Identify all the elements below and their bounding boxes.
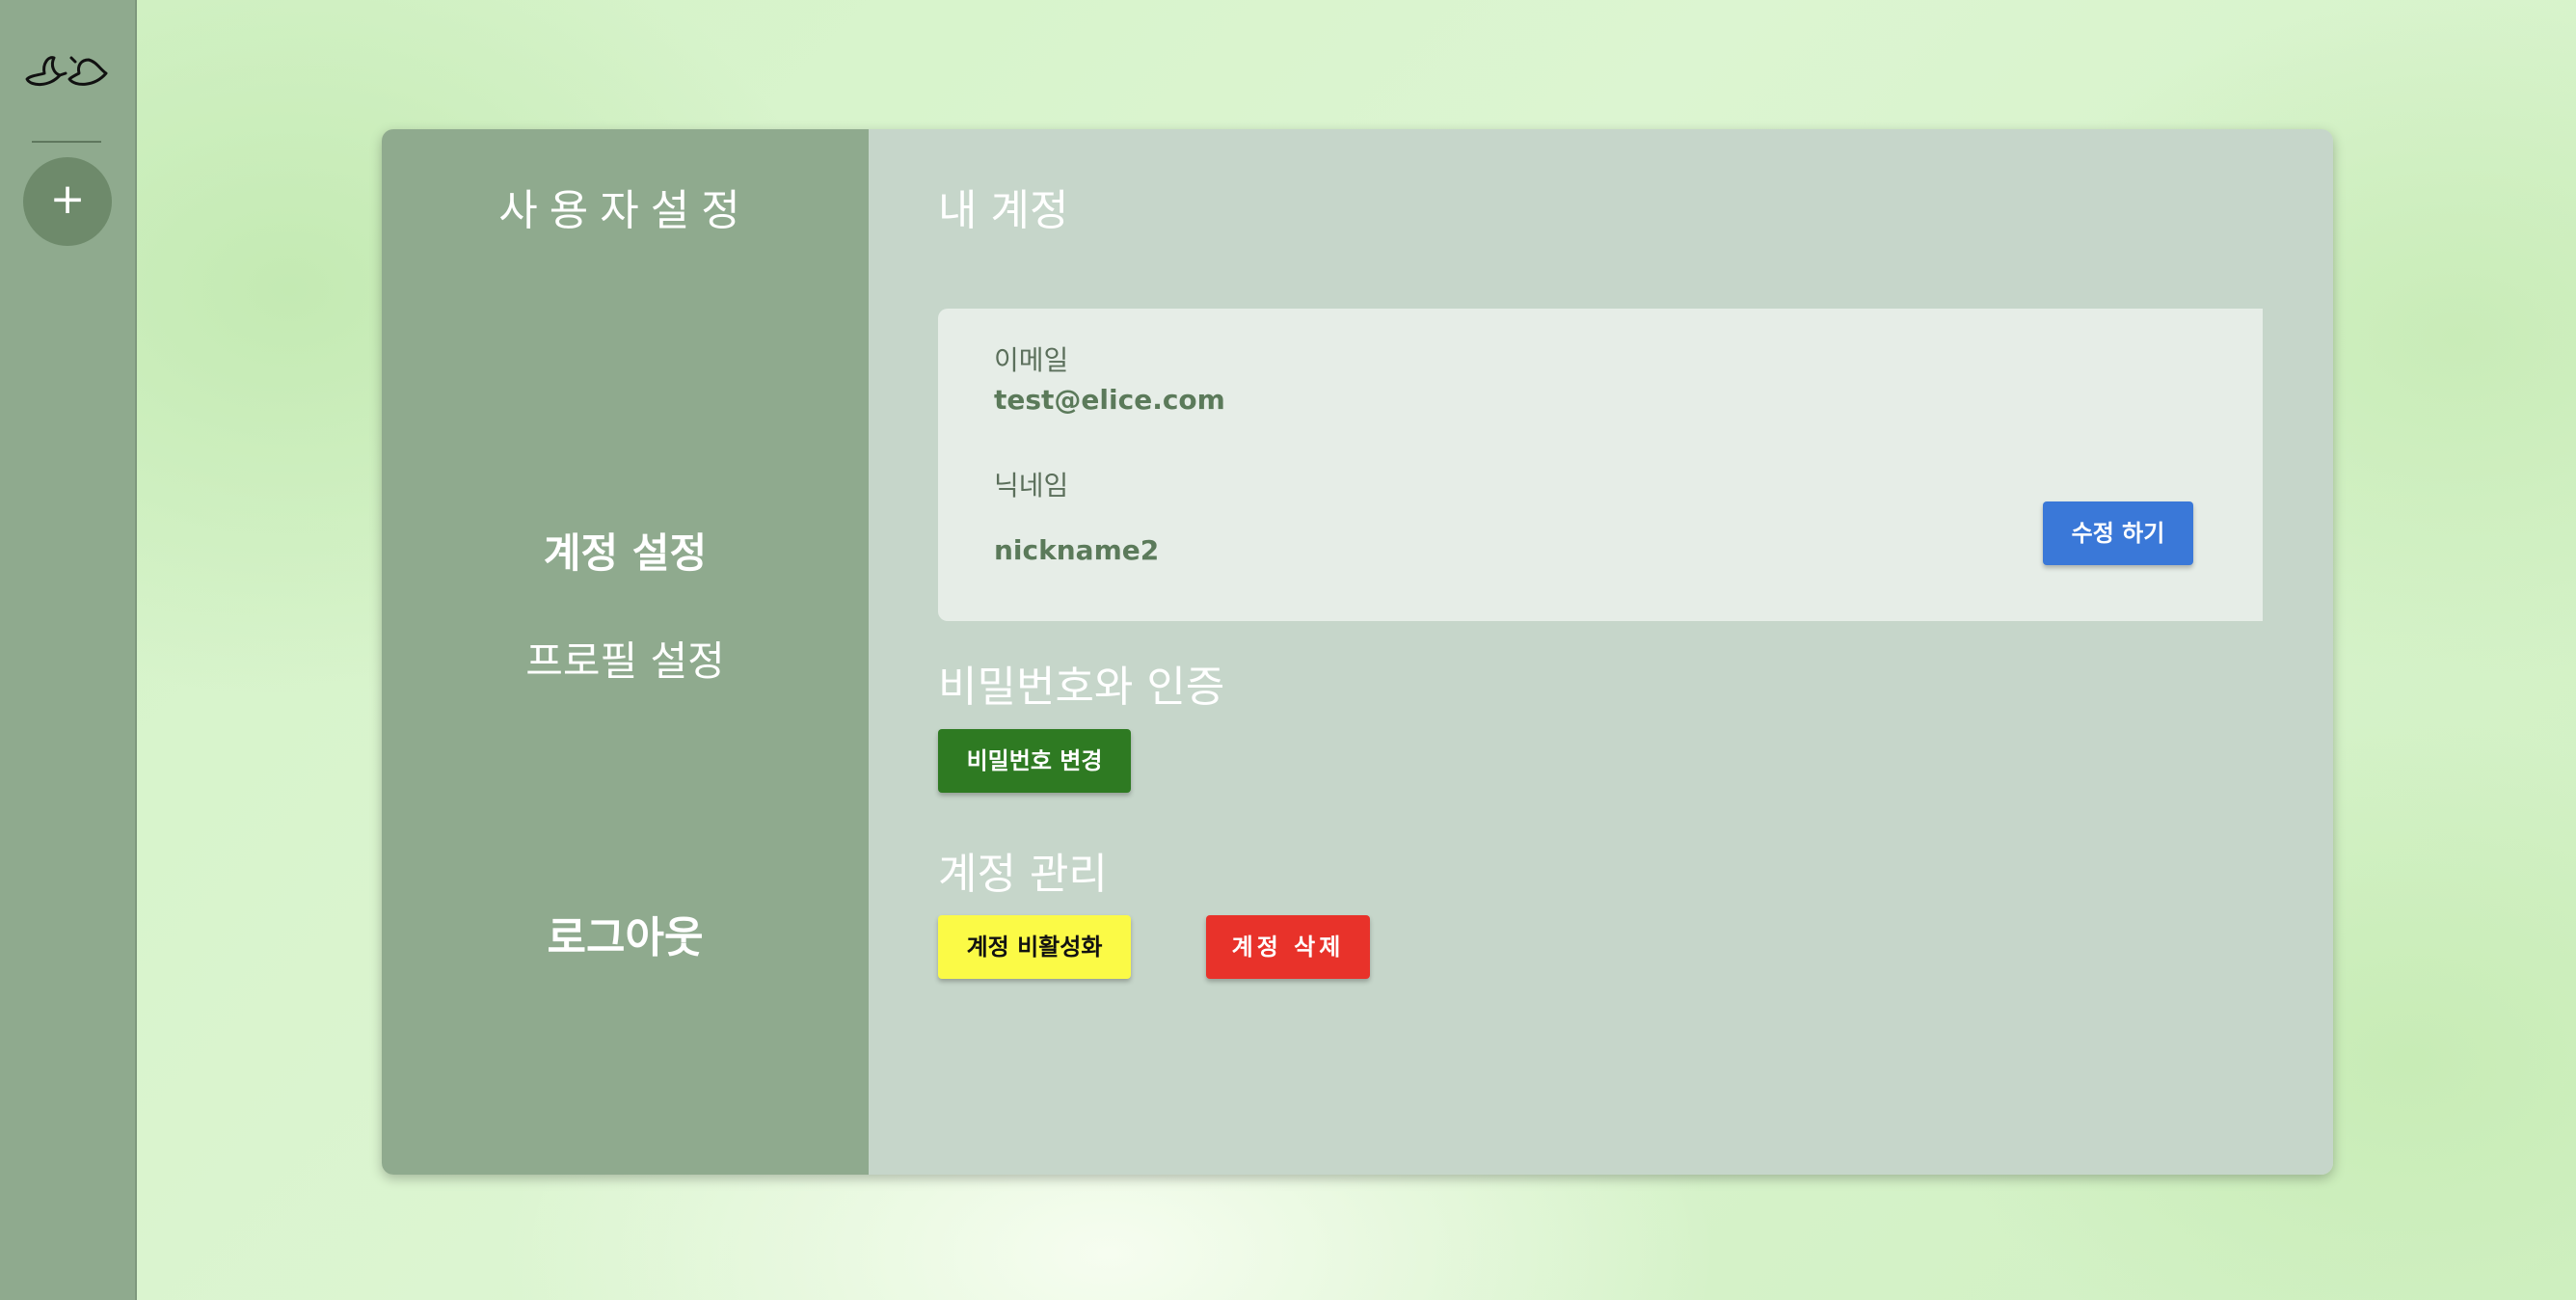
settings-content-panel: 내 계정 이메일 test@elice.com 닉네임 nickname2 수정… — [869, 129, 2333, 1175]
email-label: 이메일 — [994, 344, 1069, 376]
settings-nav-panel: 사용자설정 계정 설정 프로필 설정 로그아웃 — [382, 129, 869, 1175]
birds-logo-icon[interactable] — [21, 44, 114, 93]
nav-item-logout[interactable]: 로그아웃 — [382, 903, 869, 964]
email-value: test@elice.com — [994, 384, 1225, 416]
add-server-button[interactable]: + — [23, 157, 112, 246]
nav-item-profile-settings[interactable]: 프로필 설정 — [382, 629, 869, 688]
delete-account-button[interactable]: 계정 삭제 — [1206, 915, 1370, 979]
nickname-value: nickname2 — [994, 534, 1160, 566]
account-info-box: 이메일 test@elice.com 닉네임 nickname2 수정 하기 — [938, 309, 2263, 621]
sidebar-divider — [32, 141, 101, 143]
deactivate-account-button[interactable]: 계정 비활성화 — [938, 915, 1131, 979]
sidebar: + — [0, 0, 137, 1300]
my-account-heading: 내 계정 — [938, 186, 1069, 235]
settings-title: 사용자설정 — [498, 186, 752, 235]
nav-item-account-settings[interactable]: 계정 설정 — [382, 521, 869, 580]
edit-nickname-button[interactable]: 수정 하기 — [2043, 501, 2193, 565]
settings-card: 사용자설정 계정 설정 프로필 설정 로그아웃 내 계정 이메일 test@el… — [382, 129, 2333, 1175]
password-auth-heading: 비밀번호와 인증 — [938, 663, 1225, 712]
change-password-button[interactable]: 비밀번호 변경 — [938, 729, 1131, 793]
nickname-label: 닉네임 — [994, 470, 1069, 501]
account-management-heading: 계정 관리 — [938, 850, 1108, 899]
